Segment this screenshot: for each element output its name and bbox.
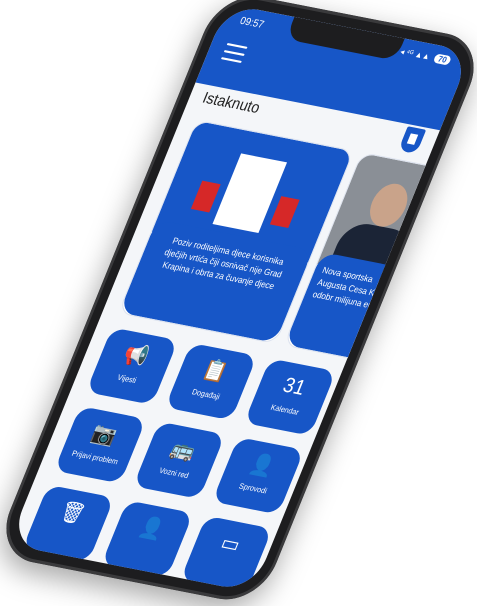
tile-kalendar[interactable]: 31 Kalendar	[243, 358, 337, 436]
tile-bin[interactable]: 🗑	[22, 484, 115, 563]
person-face	[363, 180, 414, 230]
tile-vijesti[interactable]: 📢 Vijesti	[85, 327, 179, 405]
megaphone-icon: 📢	[120, 342, 153, 370]
calendar-icon: 31	[279, 373, 309, 401]
status-icons: ◂ ⁴ᴳ ▲▲ 70	[399, 47, 452, 66]
tile-profile[interactable]: 👤	[101, 500, 194, 578]
card-icon: ▭	[217, 531, 244, 558]
phone-screen: 09:57 ◂ ⁴ᴳ ▲▲ 70 Istaknuto Poziv roditel…	[8, 3, 472, 593]
signal-icon: ◂ ⁴ᴳ ▲▲	[398, 46, 432, 62]
battery-indicator: 70	[432, 53, 452, 66]
tile-card[interactable]: ▭	[180, 515, 273, 593]
city-crest-icon	[398, 126, 427, 155]
trash-icon: 🗑	[56, 499, 89, 527]
status-time: 09:57	[238, 15, 266, 32]
camera-icon: 📷	[88, 421, 121, 449]
hamburger-bar-icon	[223, 50, 245, 57]
tile-sprovodi[interactable]: 👤 Sprovodi	[211, 436, 305, 515]
tile-prijavi-problem[interactable]: 📷 Prijavi problem	[54, 406, 147, 484]
person-icon: 👤	[135, 515, 168, 543]
clipboard-icon: 📋	[199, 358, 232, 385]
bus-icon: 🚌	[167, 436, 200, 464]
tile-dogadaji[interactable]: 📋 Događaji	[164, 342, 258, 421]
castle-icon	[212, 153, 288, 234]
phone-frame: 09:57 ◂ ⁴ᴳ ▲▲ 70 Istaknuto Poziv roditel…	[0, 0, 477, 606]
hamburger-bar-icon	[226, 42, 248, 49]
hamburger-bar-icon	[220, 57, 242, 64]
tile-vozni-red[interactable]: 🚌 Vozni red	[133, 421, 226, 500]
portrait-icon: 👤	[246, 452, 279, 479]
product-shot: 09:57 ◂ ⁴ᴳ ▲▲ 70 Istaknuto Poziv roditel…	[0, 0, 477, 606]
menu-button[interactable]	[220, 42, 248, 64]
